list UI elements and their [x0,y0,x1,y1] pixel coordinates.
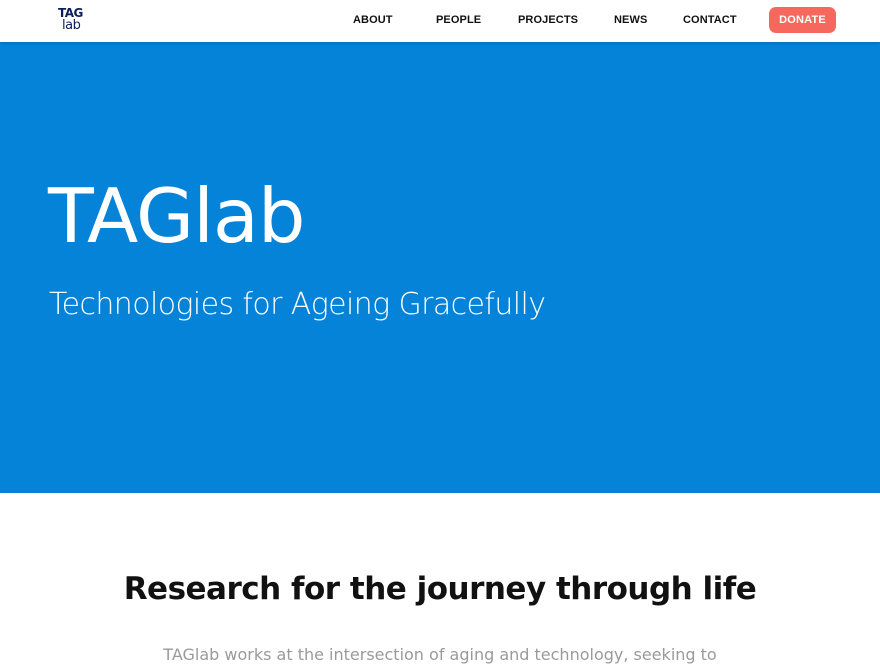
nav-people[interactable]: PEOPLE [436,14,481,26]
hero-subtitle: Technologies for Ageing Gracefully [49,287,546,322]
nav-about[interactable]: ABOUT [353,14,393,26]
nav-news[interactable]: NEWS [614,14,647,26]
logo-line-2: lab [62,18,81,33]
nav-contact[interactable]: CONTACT [683,14,737,26]
intro-text: TAGlab works at the intersection of agin… [163,645,717,664]
donate-button[interactable]: DONATE [769,7,836,33]
nav-projects[interactable]: PROJECTS [518,14,578,26]
taglab-logo[interactable]: TAG lab [58,5,88,35]
site-header: TAG lab ABOUT PEOPLE PROJECTS NEWS CONTA… [0,0,880,42]
hero-title: TAGlab [48,172,305,260]
hero-banner: TAGlab Technologies for Ageing Gracefull… [0,42,880,493]
intro-heading: Research for the journey through life [123,571,757,607]
